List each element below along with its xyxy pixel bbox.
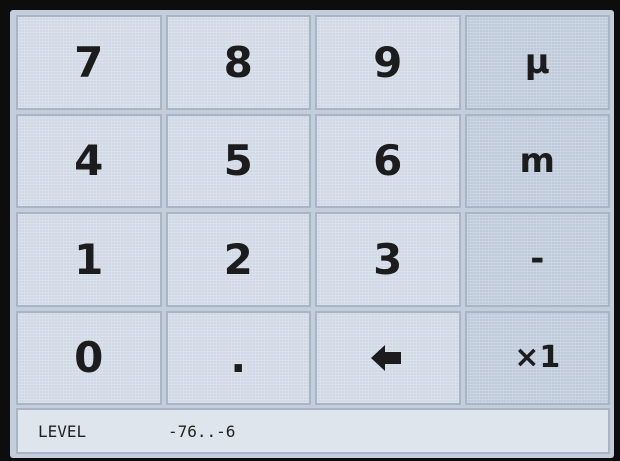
touch-screen: 7 8 9 µ 4 5 6 m 1 2 3 - 0 . ×1 LEVEL -76…	[10, 10, 614, 458]
status-bar: LEVEL -76..-6	[16, 408, 610, 454]
key-milli[interactable]: m	[464, 113, 610, 208]
key-5[interactable]: 5	[165, 113, 311, 208]
key-8[interactable]: 8	[165, 15, 311, 110]
backspace-key[interactable]	[315, 310, 461, 405]
key-1[interactable]: 1	[16, 212, 162, 307]
level-range: -76..-6	[168, 421, 236, 441]
left-arrow-icon	[370, 344, 401, 371]
key-9[interactable]: 9	[315, 15, 461, 110]
key-6[interactable]: 6	[315, 113, 461, 208]
key-4[interactable]: 4	[16, 113, 162, 208]
numeric-keypad: 7 8 9 µ 4 5 6 m 1 2 3 - 0 . ×1	[16, 15, 610, 405]
key-minus[interactable]: -	[464, 212, 610, 307]
key-7[interactable]: 7	[16, 15, 162, 110]
key-decimal-point[interactable]: .	[165, 310, 311, 405]
multiplier-key[interactable]: ×1	[464, 310, 610, 405]
key-0[interactable]: 0	[16, 310, 162, 405]
status-label: LEVEL	[38, 421, 87, 441]
key-micro[interactable]: µ	[464, 15, 610, 110]
key-3[interactable]: 3	[315, 212, 461, 307]
key-2[interactable]: 2	[165, 212, 311, 307]
